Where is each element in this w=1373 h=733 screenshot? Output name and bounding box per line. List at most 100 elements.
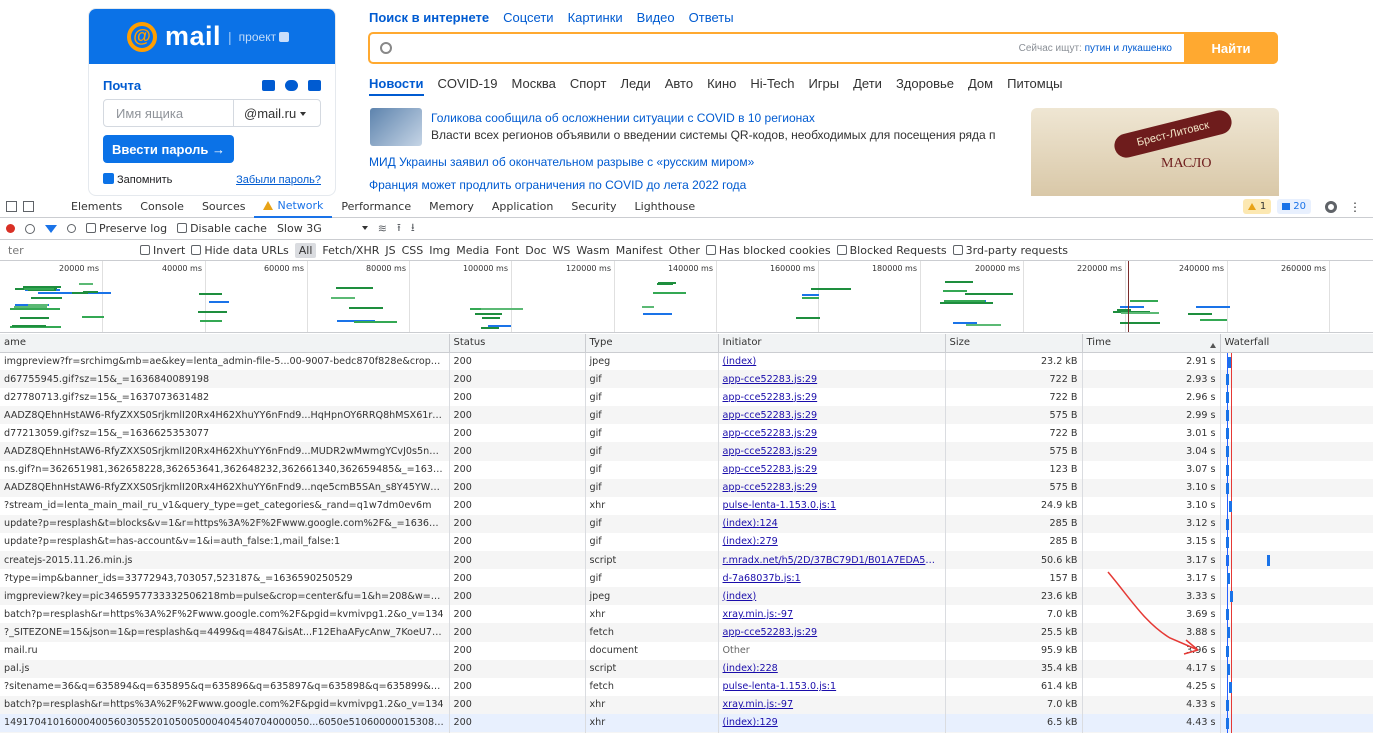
search-tab-web[interactable]: Поиск в интернете [369, 10, 489, 25]
tab-memory[interactable]: Memory [420, 196, 483, 218]
type-filter-js[interactable]: JS [385, 244, 395, 257]
news-headline[interactable]: Голикова сообщила об осложнении ситуации… [431, 111, 1021, 125]
type-filter-fetch-xhr[interactable]: Fetch/XHR [322, 244, 379, 257]
table-row[interactable]: imgpreview?key=pic3465957733332506218mb=… [0, 587, 1373, 606]
tab-network[interactable]: Network [254, 196, 333, 218]
tab-elements[interactable]: Elements [62, 196, 131, 218]
filter-icon[interactable] [45, 224, 57, 233]
table-row[interactable]: pal.js 200 script (index):228 35.4 kB 4.17 s [0, 659, 1373, 678]
news-tab[interactable]: Спорт [570, 76, 607, 96]
table-row[interactable]: ?_SITEZONE=15&json=1&p=resplash&q=4499&q… [0, 623, 1373, 642]
initiator-cell[interactable]: app-cce52283.js:29 [718, 623, 946, 642]
news-tab[interactable]: Москва [511, 76, 555, 96]
tab-performance[interactable]: Performance [332, 196, 420, 218]
table-row[interactable]: update?p=resplash&t=blocks&v=1&r=https%3… [0, 514, 1373, 533]
messages-badge[interactable]: 20 [1277, 199, 1311, 214]
table-row[interactable]: AADZ8QEhnHstAW6-RfyZXXS0SrjkmlI20Rx4H62X… [0, 442, 1373, 461]
search-tab-social[interactable]: Соцсети [503, 10, 553, 25]
initiator-cell[interactable]: app-cce52283.js:29 [718, 388, 946, 407]
throttling-select[interactable]: Slow 3G [277, 222, 368, 235]
type-filter-img[interactable]: Img [429, 244, 450, 257]
network-overview-timeline[interactable]: 20000 ms 40000 ms 60000 ms 80000 ms 100000 m… [0, 261, 1373, 333]
forgot-password-link[interactable]: Забыли пароль? [236, 174, 321, 186]
initiator-cell[interactable]: app-cce52283.js:29 [718, 406, 946, 425]
table-row[interactable]: d77213059.gif?sz=15&_=1636625353077 200 gi… [0, 424, 1373, 443]
more-options-icon[interactable]: ⋮ [1349, 200, 1361, 214]
network-conditions-icon[interactable]: ≋ [378, 222, 387, 235]
initiator-cell[interactable]: xray.min.js:-97 [718, 695, 946, 714]
search-tab-answers[interactable]: Ответы [689, 10, 734, 25]
type-filter-ws[interactable]: WS [552, 244, 570, 257]
table-row[interactable]: AADZ8QEhnHstAW6-RfyZXXS0SrjkmlI20Rx4H62X… [0, 478, 1373, 497]
device-toolbar-icon[interactable] [23, 201, 34, 212]
type-filter-manifest[interactable]: Manifest [616, 244, 663, 257]
search-tab-images[interactable]: Картинки [568, 10, 623, 25]
calendar-icon[interactable] [308, 80, 321, 91]
table-row[interactable]: batch?p=resplash&r=https%3A%2F%2Fwww.goo… [0, 605, 1373, 624]
column-size[interactable]: Size [945, 334, 1083, 353]
hide-data-urls-checkbox[interactable]: Hide data URLs [191, 244, 289, 257]
gear-icon[interactable] [1325, 200, 1337, 213]
news-tab[interactable]: Дом [968, 76, 993, 96]
initiator-cell[interactable]: app-cce52283.js:29 [718, 478, 946, 497]
table-row[interactable]: 1491704101600040056030552010500500040454… [0, 713, 1373, 732]
column-type[interactable]: Type [585, 334, 719, 353]
blocked-requests-checkbox[interactable]: Blocked Requests [836, 244, 947, 257]
table-row[interactable]: batch?p=resplash&r=https%3A%2F%2Fwww.goo… [0, 695, 1373, 714]
initiator-cell[interactable]: (index) [718, 587, 946, 606]
type-filter-doc[interactable]: Doc [525, 244, 546, 257]
news-tab[interactable]: Здоровье [896, 76, 954, 96]
mailbox-name-input[interactable]: Имя ящика [104, 100, 234, 126]
invert-checkbox[interactable]: Invert [140, 244, 185, 257]
warnings-badge[interactable]: 1 [1242, 199, 1272, 214]
news-tab[interactable]: Игры [808, 76, 839, 96]
type-filter-font[interactable]: Font [495, 244, 519, 257]
table-row[interactable]: createjs-2015.11.26.min.js 200 script r.mra… [0, 551, 1373, 570]
import-har-icon[interactable]: ⭱ [397, 219, 401, 238]
enter-password-button[interactable]: Ввести пароль → [103, 135, 234, 163]
record-icon[interactable] [6, 224, 15, 233]
initiator-cell[interactable]: r.mradx.net/h5/2D/37BC79D1/B01A7EDA51.ht… [718, 551, 946, 570]
remember-checkbox[interactable]: Запомнить [103, 173, 172, 186]
news-tab[interactable]: Дети [853, 76, 882, 96]
news-tab[interactable]: Кино [707, 76, 736, 96]
preserve-log-checkbox[interactable]: Preserve log [86, 222, 167, 235]
initiator-cell[interactable]: xray.min.js:-97 [718, 605, 946, 624]
search-button[interactable]: Найти [1184, 32, 1278, 64]
initiator-cell[interactable]: (index) [718, 352, 946, 371]
initiator-cell[interactable]: (index):124 [718, 514, 946, 533]
advertisement-banner[interactable]: Брест-Литовск МАСЛО [1031, 108, 1279, 196]
cloud-icon[interactable] [285, 80, 298, 91]
initiator-cell[interactable]: (index):129 [718, 713, 946, 732]
news-tab[interactable]: Питомцы [1007, 76, 1062, 96]
tab-application[interactable]: Application [483, 196, 562, 218]
tab-lighthouse[interactable]: Lighthouse [626, 196, 705, 218]
tab-sources[interactable]: Sources [193, 196, 255, 218]
inspect-element-icon[interactable] [6, 201, 17, 212]
table-row[interactable]: mail.ru 200 document Other 95.9 kB 3.96 s [0, 641, 1373, 660]
domain-select[interactable]: @mail.ru [234, 106, 320, 121]
table-row[interactable]: ?type=imp&banner_ids=33772943,703057,523… [0, 569, 1373, 588]
type-filter-css[interactable]: CSS [402, 244, 424, 257]
news-item[interactable]: Франция может продлить ограничения по CO… [369, 178, 746, 192]
column-time[interactable]: Time [1082, 334, 1221, 353]
initiator-cell[interactable]: app-cce52283.js:29 [718, 460, 946, 479]
table-row[interactable]: AADZ8QEhnHstAW6-RfyZXXS0SrjkmlI20Rx4H62X… [0, 406, 1373, 425]
news-tab[interactable]: COVID-19 [438, 76, 498, 96]
search-input[interactable]: Сейчас ищут: путин и лукашенко Найти [368, 32, 1278, 64]
type-filter-all[interactable]: All [294, 242, 317, 258]
disable-cache-checkbox[interactable]: Disable cache [177, 222, 267, 235]
table-row[interactable]: ns.gif?n=362651981,362658228,362653641,3… [0, 460, 1373, 479]
type-filter-media[interactable]: Media [456, 244, 489, 257]
table-row[interactable]: ?stream_id=lenta_main_mail_ru_v1&query_t… [0, 496, 1373, 515]
has-blocked-cookies-checkbox[interactable]: Has blocked cookies [705, 244, 831, 257]
search-tab-video[interactable]: Видео [637, 10, 675, 25]
news-tab-news[interactable]: Новости [369, 76, 424, 96]
initiator-cell[interactable]: (index):228 [718, 659, 946, 678]
clear-icon[interactable] [25, 223, 35, 234]
mail-logo[interactable]: @ mail | проект [89, 9, 335, 64]
initiator-cell[interactable]: (index):279 [718, 532, 946, 552]
news-photo[interactable] [370, 108, 422, 146]
news-tab[interactable]: Авто [665, 76, 693, 96]
filter-input[interactable]: ter [0, 244, 140, 257]
